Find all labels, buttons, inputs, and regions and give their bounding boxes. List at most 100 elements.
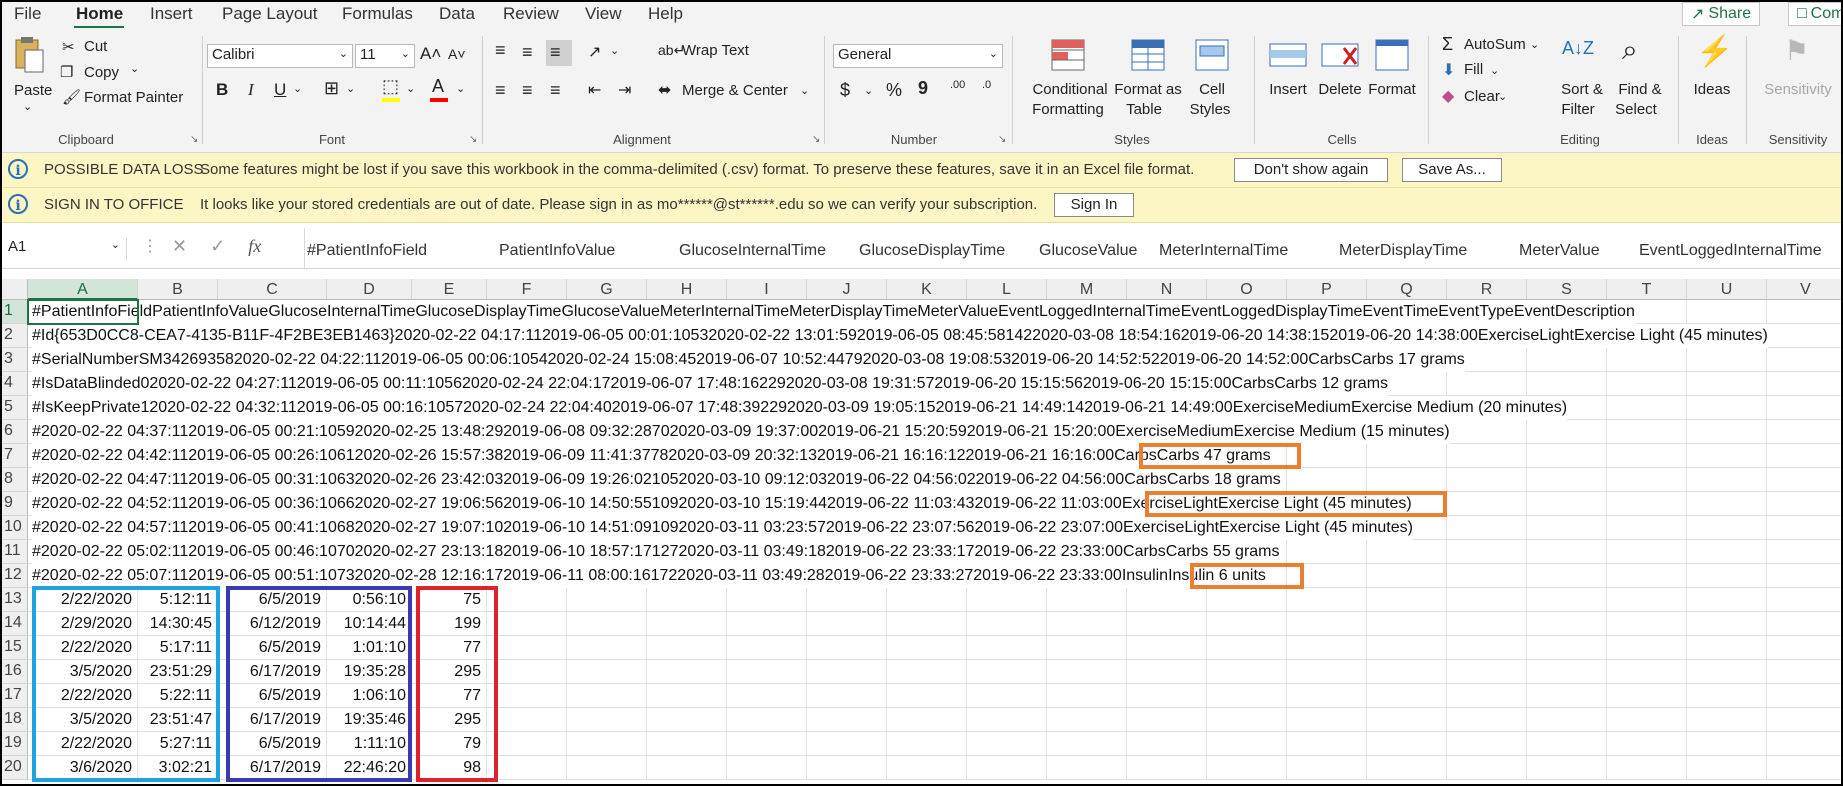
number-format-dropdown[interactable]: General ⌄ bbox=[833, 44, 1003, 68]
chevron-down-icon[interactable]: ⌄ bbox=[610, 44, 619, 57]
chevron-down-icon[interactable]: ⌄ bbox=[1530, 38, 1539, 51]
column-header-a[interactable]: A bbox=[28, 279, 138, 300]
align-left-icon[interactable]: ≡ bbox=[495, 80, 506, 101]
ideas-button[interactable]: Ideas bbox=[1690, 80, 1734, 100]
cell-a3[interactable]: #SerialNumberSM342693582020-02-22 04:22:… bbox=[32, 348, 1465, 372]
column-header-m[interactable]: M bbox=[1047, 279, 1127, 300]
increase-font-icon[interactable]: A˄ bbox=[420, 44, 441, 64]
row-header[interactable]: 4 bbox=[2, 372, 28, 396]
format-painter-button[interactable]: Format Painter bbox=[84, 89, 183, 106]
cell-a11[interactable]: #2020-02-22 05:02:112019-06-05 00:46:107… bbox=[32, 540, 1280, 564]
merge-center-button[interactable]: Merge & Center bbox=[682, 82, 788, 99]
column-header-c[interactable]: C bbox=[218, 279, 327, 300]
align-right-icon[interactable]: ≡ bbox=[550, 80, 561, 101]
row-header[interactable]: 1 bbox=[2, 300, 28, 324]
spreadsheet-grid[interactable]: ABCDEFGHIJKLMNOPQRSTUV 1 2 3 4 5 6 7 8 9 10 11 12 13… bbox=[2, 279, 1841, 784]
column-header-b[interactable]: B bbox=[138, 279, 218, 300]
row-header[interactable]: 15 bbox=[2, 636, 28, 660]
decrease-decimal-button[interactable]: .0 bbox=[982, 80, 991, 91]
cell-a1[interactable]: #PatientInfoFieldPatientInfoValueGlucose… bbox=[32, 300, 1635, 324]
row-header[interactable]: 19 bbox=[2, 732, 28, 756]
wrap-text-button[interactable]: Wrap Text bbox=[682, 42, 749, 59]
column-header-i[interactable]: I bbox=[727, 279, 807, 300]
increase-decimal-button[interactable]: .00 bbox=[950, 80, 965, 91]
insert-function-icon[interactable]: fx bbox=[248, 236, 261, 256]
cell-a6[interactable]: #2020-02-22 04:37:112019-06-05 00:21:105… bbox=[32, 420, 1450, 444]
row-header[interactable]: 17 bbox=[2, 684, 28, 708]
row-header[interactable]: 18 bbox=[2, 708, 28, 732]
menu-data[interactable]: Data bbox=[439, 4, 475, 24]
chevron-down-icon[interactable]: ⌄ bbox=[293, 82, 302, 95]
column-header-d[interactable]: D bbox=[327, 279, 412, 300]
chevron-down-icon[interactable]: ⌄ bbox=[1498, 90, 1507, 103]
column-header-g[interactable]: G bbox=[567, 279, 647, 300]
comma-style-button[interactable]: 9 bbox=[918, 78, 928, 99]
cell-a5[interactable]: #IsKeepPrivate12020-02-22 04:32:112019-0… bbox=[32, 396, 1568, 420]
chevron-down-icon[interactable]: ⌄ bbox=[456, 82, 465, 95]
cell-a8[interactable]: #2020-02-22 04:47:112019-06-05 00:31:106… bbox=[32, 468, 1281, 492]
sensitivity-button[interactable]: Sensitivity bbox=[1756, 80, 1840, 100]
decrease-font-icon[interactable]: A˅ bbox=[448, 46, 466, 62]
column-header-o[interactable]: O bbox=[1207, 279, 1287, 300]
dialog-launcher-icon[interactable]: ↘ bbox=[998, 134, 1006, 145]
cell-a12[interactable]: #2020-02-22 05:07:112019-06-05 00:51:107… bbox=[32, 564, 1266, 588]
bold-button[interactable]: B bbox=[216, 80, 228, 100]
share-button[interactable]: ↗ Share bbox=[1682, 2, 1761, 26]
column-header-t[interactable]: T bbox=[1607, 279, 1687, 300]
select-all-corner[interactable] bbox=[2, 279, 28, 300]
row-header[interactable]: 5 bbox=[2, 396, 28, 420]
increase-indent-icon[interactable]: ⇥ bbox=[618, 80, 631, 100]
currency-button[interactable]: $ bbox=[840, 80, 850, 101]
row-header[interactable]: 6 bbox=[2, 420, 28, 444]
align-center-icon[interactable]: ≡ bbox=[522, 80, 533, 101]
column-header-u[interactable]: U bbox=[1687, 279, 1767, 300]
menu-help[interactable]: Help bbox=[648, 4, 683, 24]
menu-page-layout[interactable]: Page Layout bbox=[222, 4, 317, 24]
row-header[interactable]: 10 bbox=[2, 516, 28, 540]
menu-review[interactable]: Review bbox=[503, 4, 559, 24]
orientation-icon[interactable]: ↗ bbox=[588, 42, 601, 62]
row-header[interactable]: 8 bbox=[2, 468, 28, 492]
row-header[interactable]: 14 bbox=[2, 612, 28, 636]
menu-view[interactable]: View bbox=[585, 4, 622, 24]
row-header[interactable]: 2 bbox=[2, 324, 28, 348]
font-color-icon[interactable]: A bbox=[432, 76, 444, 97]
row-header[interactable]: 9 bbox=[2, 492, 28, 516]
chevron-down-icon[interactable]: ⌄ bbox=[864, 84, 873, 97]
menu-file[interactable]: File bbox=[14, 4, 41, 24]
dialog-launcher-icon[interactable]: ↘ bbox=[190, 134, 198, 145]
enter-icon[interactable]: ✓ bbox=[210, 236, 225, 256]
italic-button[interactable]: I bbox=[248, 80, 254, 100]
font-size-dropdown[interactable]: 11 ⌄ bbox=[355, 44, 415, 68]
row-header[interactable]: 3 bbox=[2, 348, 28, 372]
chevron-down-icon[interactable]: ⌄ bbox=[346, 82, 355, 95]
column-header-p[interactable]: P bbox=[1287, 279, 1367, 300]
column-header-q[interactable]: Q bbox=[1367, 279, 1447, 300]
align-top-icon[interactable]: ≡ bbox=[495, 40, 506, 61]
percent-button[interactable]: % bbox=[886, 80, 902, 101]
dialog-launcher-icon[interactable]: ↘ bbox=[812, 134, 820, 145]
borders-icon[interactable]: ⊞ bbox=[324, 78, 339, 99]
align-middle-icon[interactable]: ≡ bbox=[522, 42, 533, 63]
cell-a10[interactable]: #2020-02-22 04:57:112019-06-05 00:41:106… bbox=[32, 516, 1413, 540]
formula-input[interactable]: #PatientInfoField PatientInfoValue Gluco… bbox=[304, 228, 1841, 268]
save-as-button[interactable]: Save As... bbox=[1402, 158, 1502, 182]
column-header-r[interactable]: R bbox=[1447, 279, 1527, 300]
comments-button[interactable]: □ Com bbox=[1788, 2, 1841, 26]
underline-button[interactable]: U bbox=[274, 80, 286, 100]
cell-a4[interactable]: #IsDataBlinded02020-02-22 04:27:112019-0… bbox=[32, 372, 1389, 396]
menu-insert[interactable]: Insert bbox=[150, 4, 193, 24]
menu-home[interactable]: Home bbox=[76, 4, 123, 24]
autosum-button[interactable]: AutoSum bbox=[1464, 36, 1526, 53]
column-header-h[interactable]: H bbox=[647, 279, 727, 300]
cut-button[interactable]: Cut bbox=[84, 38, 107, 55]
column-header-s[interactable]: S bbox=[1527, 279, 1607, 300]
row-header[interactable]: 13 bbox=[2, 588, 28, 612]
cell-a2[interactable]: #Id{653D0CC8-CEA7-4135-B11F-4F2BE3EB1463… bbox=[32, 324, 1768, 348]
column-header-e[interactable]: E bbox=[412, 279, 487, 300]
row-header[interactable]: 16 bbox=[2, 660, 28, 684]
chevron-down-icon[interactable]: ⌄ bbox=[130, 62, 139, 75]
decrease-indent-icon[interactable]: ⇤ bbox=[588, 80, 601, 100]
name-box[interactable]: A1 ⌄ bbox=[6, 238, 127, 260]
row-header[interactable]: 12 bbox=[2, 564, 28, 588]
